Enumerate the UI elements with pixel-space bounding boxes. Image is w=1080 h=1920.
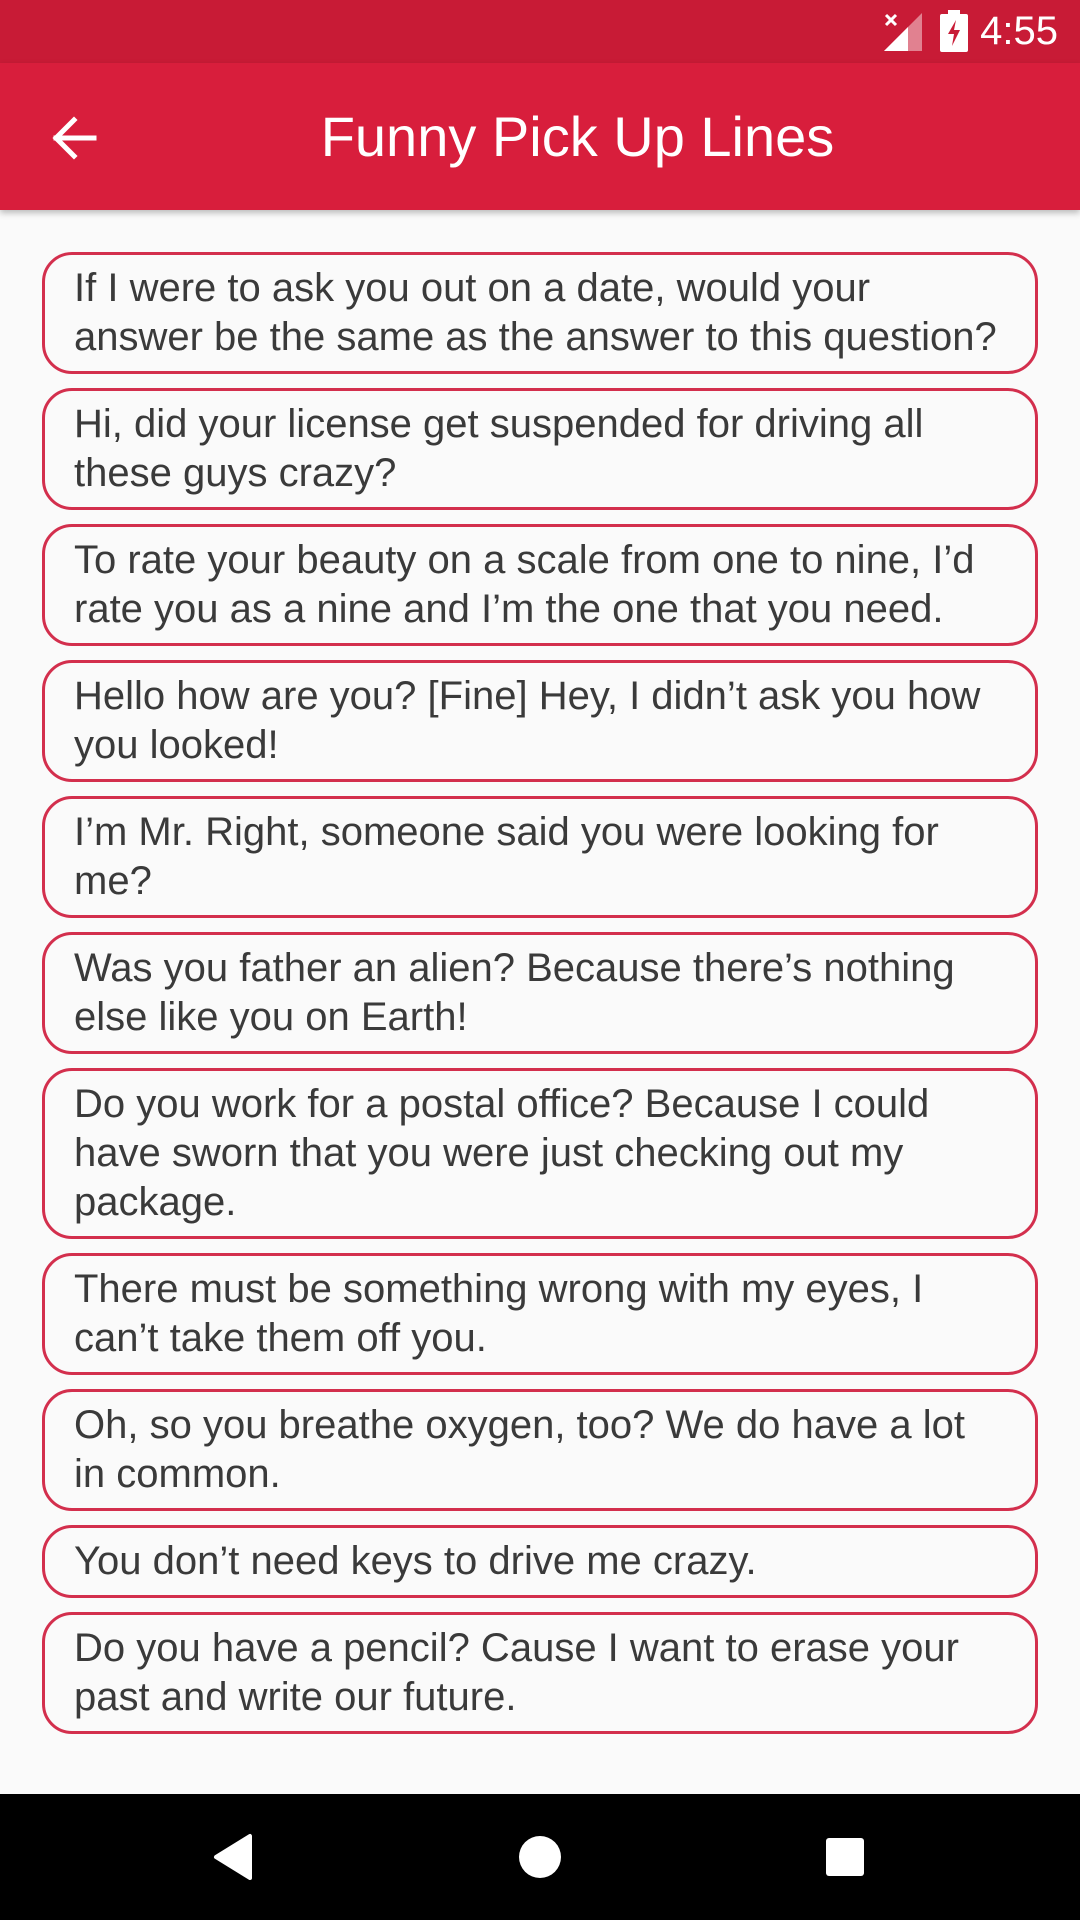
nav-home-button[interactable] [495,1812,585,1902]
battery-charging-icon [940,10,968,52]
pickup-line-item[interactable]: If I were to ask you out on a date, woul… [42,252,1038,374]
recents-square-icon [826,1838,864,1876]
pickup-line-item[interactable]: There must be something wrong with my ey… [42,1253,1038,1375]
home-circle-icon [519,1836,561,1878]
pickup-line-item[interactable]: Oh, so you breathe oxygen, too? We do ha… [42,1389,1038,1511]
app-bar: Funny Pick Up Lines [0,63,1080,210]
pickup-line-item[interactable]: Do you have a pencil? Cause I want to er… [42,1612,1038,1734]
pickup-line-item[interactable]: Hello how are you? [Fine] Hey, I didn’t … [42,660,1038,782]
system-nav-bar [0,1794,1080,1920]
page-title: Funny Pick Up Lines [320,105,835,168]
pickup-line-item[interactable]: Was you father an alien? Because there’s… [42,932,1038,1054]
status-bar: 4:55 [0,0,1080,63]
signal-no-data-icon [884,13,922,51]
pickup-line-item[interactable]: Hi, did your license get suspended for d… [42,388,1038,510]
pickup-line-item[interactable]: I’m Mr. Right, someone said you were loo… [42,796,1038,918]
pickup-line-item[interactable]: You don’t need keys to drive me crazy. [42,1525,1038,1598]
pickup-line-item[interactable]: To rate your beauty on a scale from one … [42,524,1038,646]
back-triangle-icon [214,1834,252,1880]
pickup-line-item[interactable]: Do you work for a postal office? Because… [42,1068,1038,1239]
status-time: 4:55 [980,9,1058,53]
nav-recents-button[interactable] [800,1812,890,1902]
pickup-lines-list: If I were to ask you out on a date, woul… [0,252,1080,1748]
back-button[interactable] [34,103,114,173]
nav-back-button[interactable] [190,1812,280,1902]
arrow-back-icon [52,116,97,160]
